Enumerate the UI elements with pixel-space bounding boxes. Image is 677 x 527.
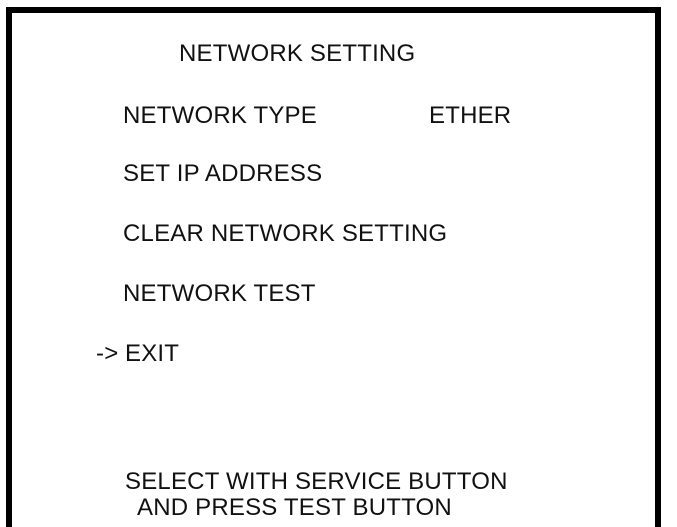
menu-item-network-test[interactable]: NETWORK TEST xyxy=(123,280,316,308)
network-type-value: ETHER xyxy=(429,102,512,129)
page-title: NETWORK SETTING xyxy=(179,40,416,67)
menu-item-network-type[interactable]: NETWORK TYPE xyxy=(123,102,317,130)
menu-item-set-ip-address[interactable]: SET IP ADDRESS xyxy=(123,160,322,188)
menu-item-clear-network-setting[interactable]: CLEAR NETWORK SETTING xyxy=(123,220,447,248)
instruction-line-1: SELECT WITH SERVICE BUTTON xyxy=(125,468,508,495)
instruction-line-2: AND PRESS TEST BUTTON xyxy=(137,494,452,521)
service-menu-screen: NETWORK SETTING NETWORK TYPE ETHER SET I… xyxy=(6,7,661,527)
selection-cursor: -> xyxy=(96,340,119,367)
menu-item-exit[interactable]: EXIT xyxy=(125,340,179,368)
